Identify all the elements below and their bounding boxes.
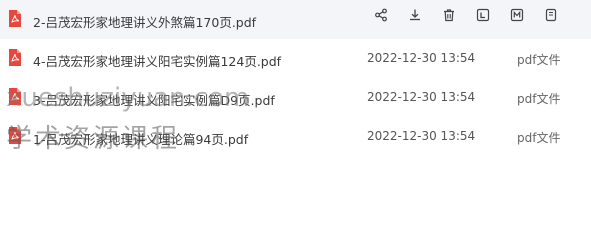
file-date: 2022-12-30 13:54 xyxy=(367,129,476,143)
file-row[interactable]: 2-吕茂宏形家地理讲义外煞篇170页.pdf xyxy=(0,0,591,39)
file-type: pdf文件 xyxy=(517,131,561,145)
text-icon[interactable] xyxy=(466,4,500,26)
translate-icon[interactable] xyxy=(500,4,534,26)
file-type: pdf文件 xyxy=(517,92,561,106)
share-icon[interactable] xyxy=(364,4,398,26)
file-name[interactable]: 2-吕茂宏形家地理讲义外煞篇170页.pdf xyxy=(33,12,256,31)
file-row[interactable]: 3-吕茂宏形家地理讲义阳宅实例篇D9页.pdf 2022-12-30 13:54… xyxy=(0,78,591,117)
pdf-file-icon xyxy=(9,127,21,144)
pdf-file-icon xyxy=(9,10,21,27)
pdf-file-icon xyxy=(9,88,21,105)
file-date: 2022-12-30 13:54 xyxy=(367,90,476,104)
file-list: 2-吕茂宏形家地理讲义外煞篇170页.pdf 4-吕茂宏形家地理讲义阳宅实例篇1… xyxy=(0,0,591,156)
file-row[interactable]: 1-吕茂宏形家地理讲义理论篇94页.pdf 2022-12-30 13:54 p… xyxy=(0,117,591,156)
file-name[interactable]: 4-吕茂宏形家地理讲义阳宅实例篇124页.pdf xyxy=(33,51,281,70)
file-row[interactable]: 4-吕茂宏形家地理讲义阳宅实例篇124页.pdf 2022-12-30 13:5… xyxy=(0,39,591,78)
file-name[interactable]: 3-吕茂宏形家地理讲义阳宅实例篇D9页.pdf xyxy=(33,90,275,109)
row-actions xyxy=(364,4,568,26)
delete-icon[interactable] xyxy=(432,4,466,26)
file-date: 2022-12-30 13:54 xyxy=(367,51,476,65)
more-icon[interactable] xyxy=(534,4,568,26)
download-icon[interactable] xyxy=(398,4,432,26)
file-type: pdf文件 xyxy=(517,53,561,67)
pdf-file-icon xyxy=(9,49,21,66)
file-name[interactable]: 1-吕茂宏形家地理讲义理论篇94页.pdf xyxy=(33,129,248,148)
